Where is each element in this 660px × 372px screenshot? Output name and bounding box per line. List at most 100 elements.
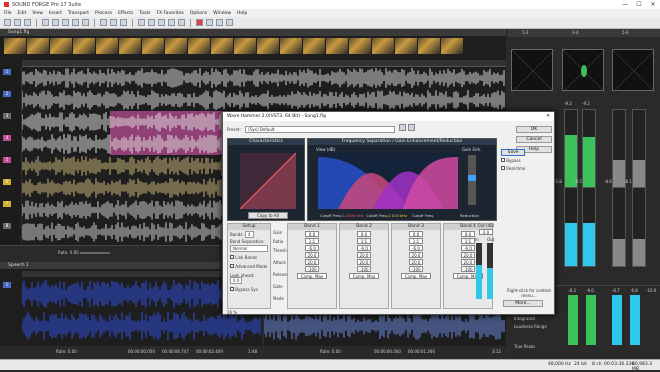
save-button[interactable]: Save	[501, 149, 525, 156]
loop-icon[interactable]	[226, 19, 233, 26]
dialog-close-button[interactable]: ✕	[546, 112, 550, 121]
out-field[interactable]: 0.0	[479, 229, 493, 235]
lookahead-value[interactable]: 0.0	[230, 277, 243, 284]
minimize-button[interactable]: —	[618, 0, 632, 9]
attack-field[interactable]: 20.0	[305, 252, 319, 258]
new-icon[interactable]	[4, 19, 11, 26]
record-icon[interactable]	[196, 19, 203, 26]
save-icon[interactable]	[24, 19, 31, 26]
copy-icon[interactable]	[52, 19, 59, 26]
cut-icon[interactable]	[42, 19, 49, 26]
edit-tool-icon[interactable]	[158, 19, 165, 26]
paste-icon[interactable]	[62, 19, 69, 26]
context-hint: Right-click for context menu...	[506, 288, 552, 298]
threshold-field[interactable]: -6.0	[357, 245, 371, 251]
advanced-mode-checkbox[interactable]: Advanced Mode	[228, 262, 270, 271]
release-field[interactable]: 20.0	[409, 259, 423, 265]
stop-icon[interactable]	[216, 19, 223, 26]
bypass-checkbox[interactable]: Bypass	[501, 158, 521, 163]
frequency-graph[interactable]	[318, 153, 458, 209]
mode-dropdown[interactable]: Comp. Max	[349, 273, 379, 279]
redo-icon[interactable]	[110, 19, 117, 26]
menu-help[interactable]: Help	[237, 11, 247, 16]
mix-icon[interactable]	[72, 19, 79, 26]
cutoff-value-2[interactable]: 2.010 kHz	[388, 213, 407, 218]
realtime-box[interactable]	[501, 166, 505, 170]
video-thumbnail	[73, 38, 95, 54]
copy-to-all-button[interactable]: Copy to All	[248, 212, 288, 219]
menu-insert[interactable]: Insert	[49, 11, 62, 16]
bypass-sys-box[interactable]	[230, 287, 234, 291]
channel-badge[interactable]: 6	[3, 179, 11, 185]
menu-effects[interactable]: Effects	[118, 11, 133, 16]
menu-options[interactable]: Options	[190, 11, 207, 16]
gain-field[interactable]: 0.0	[305, 231, 319, 237]
magnify-tool-icon[interactable]	[168, 19, 175, 26]
status-bar: 48,000 Hz 24 bit 8 ch 00:03:36.336 80,98…	[0, 359, 660, 372]
menu-view[interactable]: View	[32, 11, 43, 16]
channel-badge[interactable]: 2	[3, 91, 11, 97]
cutoff-value-1[interactable]: 0.1000 kHz	[342, 213, 364, 218]
attack-field[interactable]: 20.0	[357, 252, 371, 258]
channel-badge[interactable]: 1	[3, 282, 11, 288]
bypass-box[interactable]	[501, 158, 505, 162]
play-icon[interactable]	[206, 19, 213, 26]
menu-tools[interactable]: Tools	[139, 11, 150, 16]
zoom-in-icon[interactable]	[138, 19, 145, 26]
menu-transport[interactable]: Transport	[68, 11, 89, 16]
gate-field[interactable]: -100	[409, 266, 423, 272]
link-bands-checkbox[interactable]: Link Bands	[228, 253, 270, 262]
channel-badge[interactable]: 1	[3, 69, 11, 75]
bands-value[interactable]: 4	[244, 231, 254, 238]
video-thumbnail	[4, 38, 26, 54]
view-label: View (dB)	[316, 147, 336, 152]
band-separation-dropdown[interactable]: Normal	[230, 245, 268, 252]
ratio-field[interactable]: 1:1	[357, 238, 371, 244]
undo-icon[interactable]	[100, 19, 107, 26]
release-field[interactable]: 20.0	[357, 259, 371, 265]
threshold-field[interactable]: -6.0	[305, 245, 319, 251]
bypass-sys-checkbox[interactable]: Bypass Sys	[228, 285, 270, 294]
ratio-field[interactable]: 1:1	[305, 238, 319, 244]
delete-preset-icon[interactable]	[407, 124, 415, 131]
release-field[interactable]: 20.0	[305, 259, 319, 265]
more-button[interactable]: More...	[503, 300, 543, 307]
menu-fx-favorites[interactable]: FX Favorites	[156, 11, 183, 16]
save-preset-icon[interactable]	[399, 124, 407, 131]
attack-field[interactable]: 20.0	[409, 252, 423, 258]
link-bands-box[interactable]	[230, 255, 234, 259]
gate-field[interactable]: -100	[357, 266, 371, 272]
meter-peak: -6.5	[574, 179, 582, 184]
open-icon[interactable]	[14, 19, 21, 26]
mode-dropdown[interactable]: Comp. Max	[401, 273, 431, 279]
mode-dropdown[interactable]: Comp. Max	[297, 273, 327, 279]
maximize-button[interactable]: ☐	[632, 0, 646, 9]
gain-field[interactable]: 0.0	[409, 231, 423, 237]
rate-slider[interactable]	[80, 252, 110, 254]
menu-edit[interactable]: Edit	[18, 11, 27, 16]
zoom-out-icon[interactable]	[148, 19, 155, 26]
timeline-ruler[interactable]	[22, 60, 506, 67]
video-thumbnail	[349, 38, 371, 54]
ok-button[interactable]: OK	[516, 126, 552, 133]
channel-badge[interactable]: 4	[3, 135, 11, 141]
advanced-mode-box[interactable]	[230, 264, 234, 268]
realtime-checkbox[interactable]: Real-time	[501, 166, 525, 171]
cancel-button[interactable]: Cancel	[516, 136, 552, 143]
pencil-tool-icon[interactable]	[178, 19, 185, 26]
channel-badge[interactable]: 8	[3, 223, 11, 229]
close-button[interactable]: ✕	[646, 0, 660, 9]
repeat-icon[interactable]	[120, 19, 127, 26]
channel-badge[interactable]: 5	[3, 157, 11, 163]
menu-file[interactable]: File	[4, 11, 12, 16]
ratio-field[interactable]: 1:1	[409, 238, 423, 244]
preset-dropdown[interactable]: [Sys] Default	[245, 126, 396, 133]
gate-field[interactable]: -100	[305, 266, 319, 272]
threshold-field[interactable]: -6.0	[409, 245, 423, 251]
channel-badge[interactable]: 7	[3, 201, 11, 207]
trim-icon[interactable]	[82, 19, 89, 26]
gain-field[interactable]: 0.0	[357, 231, 371, 237]
menu-process[interactable]: Process	[95, 11, 112, 16]
menu-window[interactable]: Window	[213, 11, 231, 16]
channel-badge[interactable]: 3	[3, 113, 11, 119]
